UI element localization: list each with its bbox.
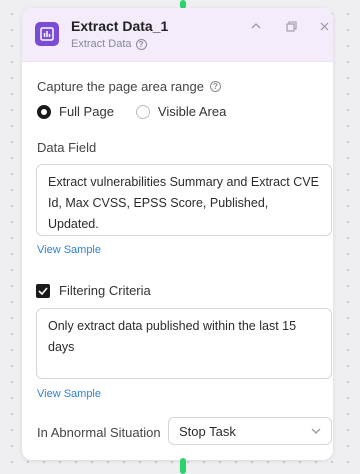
abnormal-situation-select[interactable]: Stop Task: [168, 417, 332, 445]
radio-full-page[interactable]: Full Page: [37, 104, 114, 119]
filtering-criteria-toggle[interactable]: Filtering Criteria: [36, 283, 151, 298]
extract-data-node-card: Extract Data_1 Extract Data ? Capture th…: [22, 8, 333, 460]
radio-visible-area-label: Visible Area: [157, 104, 227, 119]
abnormal-situation-value: Stop Task: [179, 423, 236, 439]
capture-range-options: Full Page Visible Area: [37, 104, 248, 119]
checkbox-checked-icon[interactable]: [36, 283, 50, 298]
table-chart-icon: [35, 22, 59, 46]
filtering-criteria-input[interactable]: Only extract data published within the l…: [36, 308, 332, 379]
node-title: Extract Data_1: [71, 18, 169, 34]
capture-range-label: Capture the page area range ?: [37, 79, 221, 94]
view-sample-link[interactable]: View Sample: [37, 388, 101, 400]
copy-button[interactable]: [283, 18, 299, 34]
data-field-input[interactable]: Extract vulnerabilities Summary and Extr…: [36, 164, 332, 236]
collapse-button[interactable]: [248, 18, 264, 34]
radio-selected-icon: [37, 104, 51, 119]
copy-icon: [285, 20, 297, 32]
node-type-label: Extract Data: [71, 38, 132, 50]
help-icon[interactable]: ?: [209, 81, 221, 92]
close-button[interactable]: [316, 18, 332, 34]
radio-visible-area[interactable]: Visible Area: [135, 104, 227, 119]
node-header: Extract Data_1 Extract Data ?: [22, 8, 333, 62]
view-sample-link[interactable]: View Sample: [37, 244, 101, 256]
bottom-connector[interactable]: [180, 458, 186, 474]
radio-full-page-label: Full Page: [59, 104, 114, 119]
node-subtitle: Extract Data ?: [71, 38, 147, 50]
help-icon[interactable]: ?: [135, 38, 147, 50]
data-field-label: Data Field: [37, 140, 97, 155]
abnormal-situation-label: In Abnormal Situation: [37, 425, 161, 440]
filtering-criteria-label: Filtering Criteria: [59, 283, 151, 298]
chevron-down-icon: [311, 428, 321, 434]
chevron-up-icon: [251, 23, 261, 29]
close-icon: [320, 22, 328, 30]
radio-unselected-icon: [135, 104, 150, 119]
capture-range-text: Capture the page area range: [37, 79, 204, 94]
